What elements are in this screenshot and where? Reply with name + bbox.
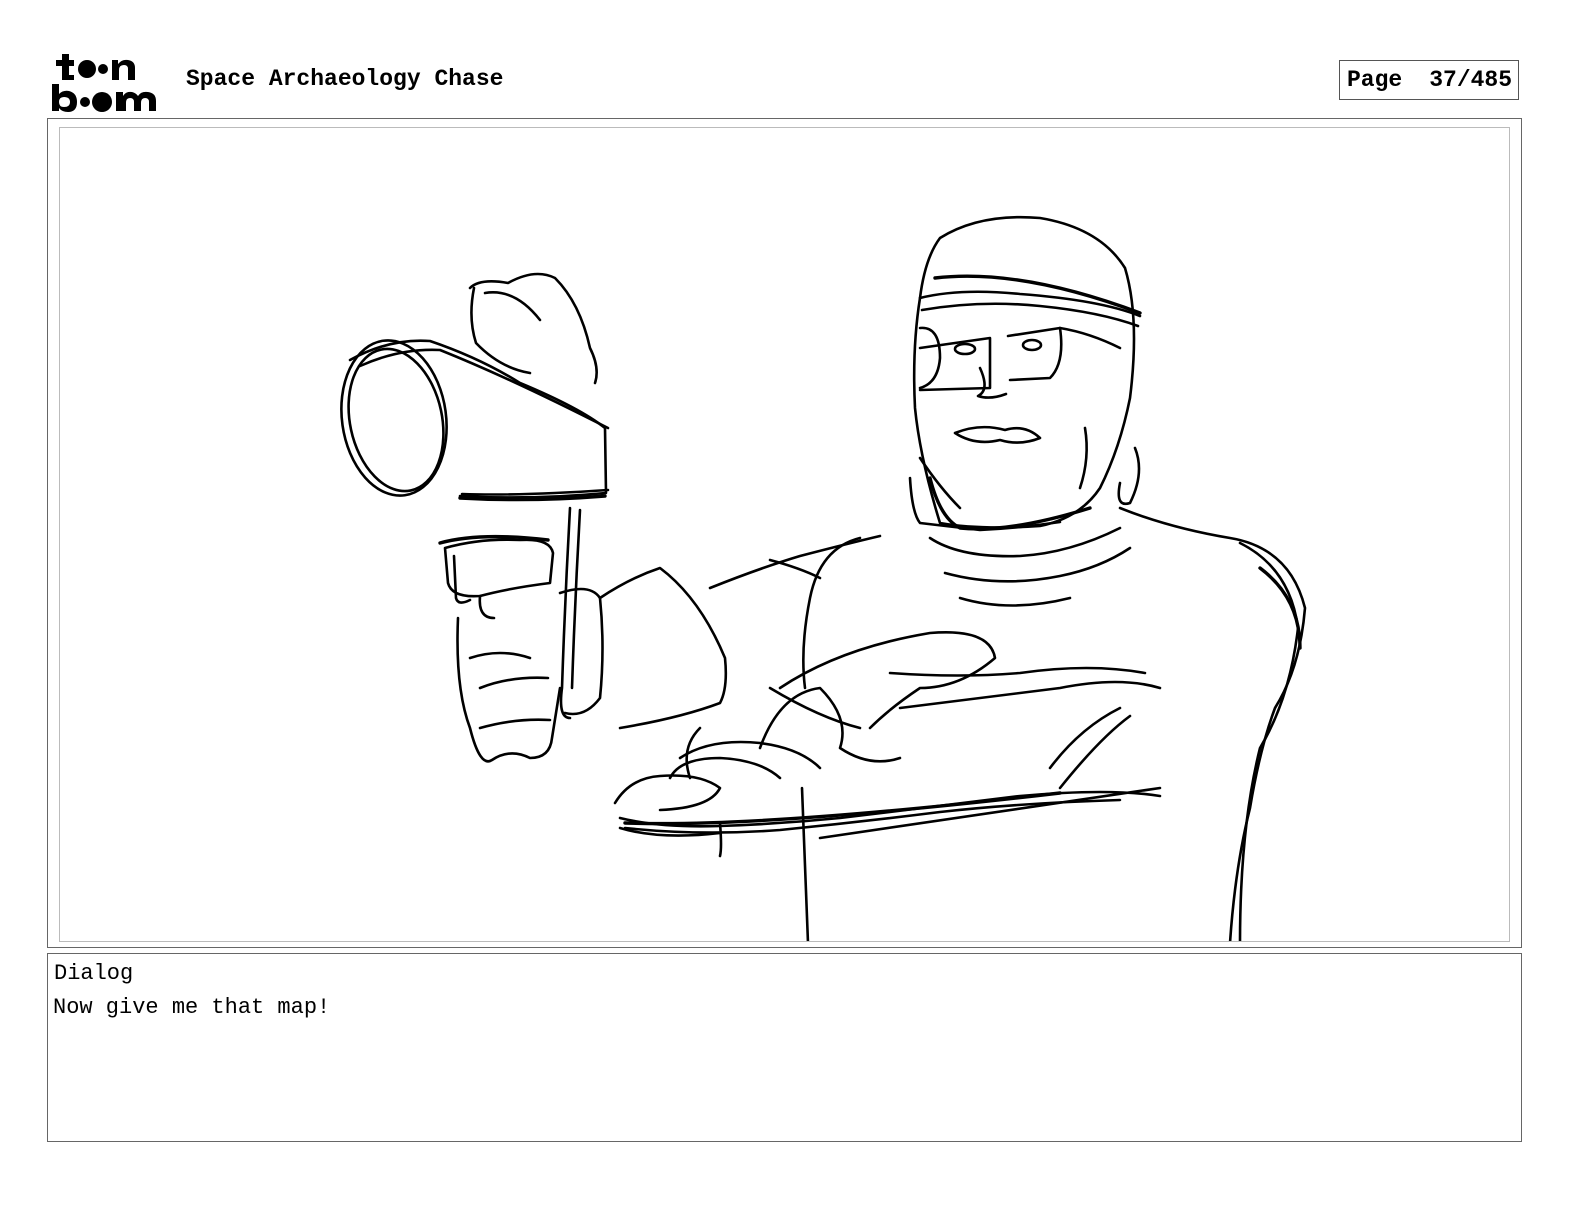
- dialog-box: Dialog Now give me that map!: [47, 953, 1522, 1142]
- page-number: 37/485: [1429, 67, 1513, 93]
- sketch-drawing: [340, 215, 1307, 941]
- dialog-text: Now give me that map!: [53, 995, 331, 1020]
- dialog-label: Dialog: [54, 961, 134, 986]
- toon-boom-logo: [50, 50, 165, 114]
- storyboard-panel: [59, 127, 1510, 942]
- page-indicator: Page 37/485: [1339, 60, 1519, 100]
- page-label: Page: [1347, 67, 1403, 93]
- project-title: Space Archaeology Chase: [186, 66, 504, 92]
